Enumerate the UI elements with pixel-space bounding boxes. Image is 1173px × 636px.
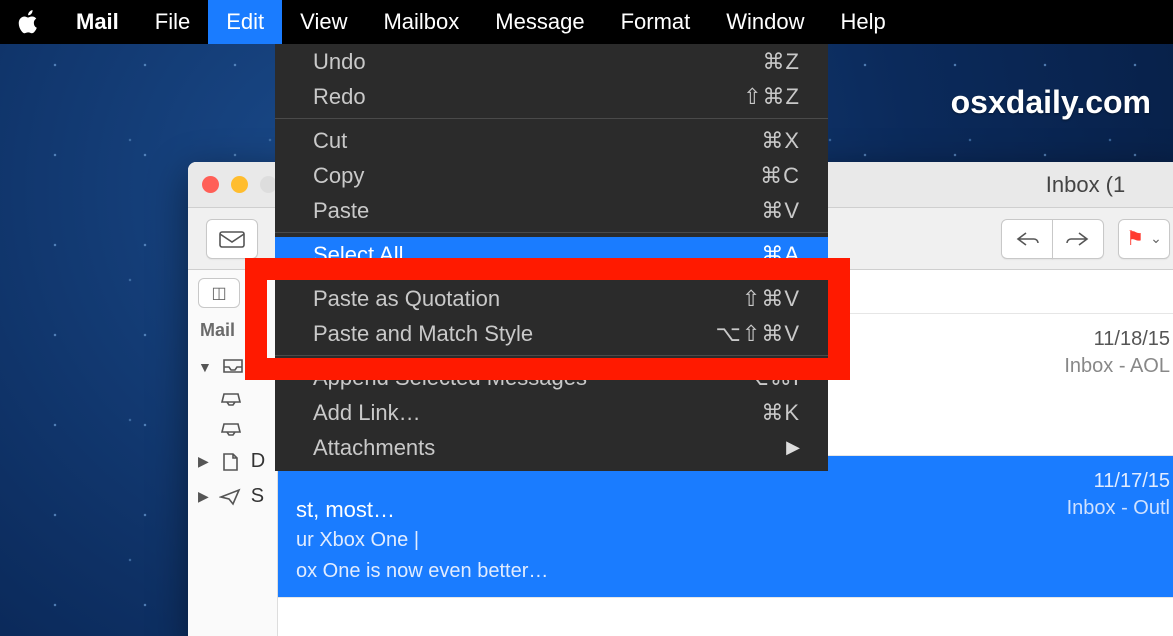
get-mail-button[interactable] — [206, 219, 258, 259]
menubar-app-name[interactable]: Mail — [58, 0, 137, 44]
reply-button[interactable] — [1001, 219, 1053, 259]
tray-icon — [220, 390, 242, 408]
menu-item-append-selected[interactable]: Append Selected Messages ⌥⌘I — [275, 360, 828, 395]
message-subject: st, most… — [296, 497, 395, 523]
menubar-help[interactable]: Help — [823, 0, 904, 44]
menu-separator — [275, 118, 828, 119]
disclosure-triangle-icon: ▼ — [198, 359, 212, 375]
menu-item-copy[interactable]: Copy ⌘C — [275, 158, 828, 193]
sent-icon — [219, 488, 241, 506]
menu-item-add-link[interactable]: Add Link… ⌘K — [275, 395, 828, 430]
menu-item-shortcut: ⌥⌘I — [744, 365, 800, 391]
menu-item-label: Cut — [313, 128, 347, 154]
menubar-message[interactable]: Message — [477, 0, 602, 44]
apple-logo-icon[interactable] — [18, 9, 40, 35]
menubar: Mail File Edit View Mailbox Message Form… — [0, 0, 1173, 44]
menu-item-shortcut: ⌘C — [760, 163, 800, 189]
sidebar: ◫ Mail ▼ I ▶ D ▶ S — [188, 270, 278, 636]
disclosure-triangle-icon: ▶ — [198, 488, 209, 505]
menu-item-label: Add Link… — [313, 400, 421, 426]
sidebar-toggle-button[interactable]: ◫ — [198, 278, 240, 308]
message-date: 11/17/15 — [1094, 470, 1170, 493]
menu-item-label: Attachments — [313, 435, 435, 461]
watermark-text: osxdaily.com — [951, 84, 1151, 121]
menu-item-shortcut: ⌘Z — [763, 49, 800, 75]
menu-item-shortcut: ⌘A — [761, 242, 800, 268]
menu-item-shortcut: ⌥⇧⌘V — [716, 321, 800, 347]
message-source: Inbox - Outl — [1067, 497, 1170, 523]
disclosure-triangle-icon: ▶ — [198, 453, 209, 470]
sidebar-item-inbox[interactable]: ▼ I — [198, 349, 277, 384]
menu-item-paste-match-style[interactable]: Paste and Match Style ⌥⇧⌘V — [275, 316, 828, 351]
menu-item-label: Select All — [313, 242, 404, 268]
menu-item-label: Copy — [313, 163, 364, 189]
submenu-arrow-icon: ▶ — [786, 437, 800, 458]
menubar-file[interactable]: File — [137, 0, 208, 44]
menubar-mailbox[interactable]: Mailbox — [365, 0, 477, 44]
traffic-lights — [202, 176, 277, 193]
edit-menu-dropdown: Undo ⌘Z Redo ⇧⌘Z Cut ⌘X Copy ⌘C Paste ⌘V… — [275, 44, 828, 471]
menubar-edit[interactable]: Edit — [208, 0, 282, 44]
menu-item-shortcut: ⌘X — [761, 128, 800, 154]
menu-item-shortcut: ⌘K — [761, 400, 800, 426]
window-title: Inbox (1 — [997, 172, 1173, 198]
menu-item-label: Undo — [313, 49, 366, 75]
message-row[interactable]: 11/17/15 st, most… Inbox - Outl ur Xbox … — [278, 456, 1173, 598]
sidebar-item-tray-1[interactable] — [198, 384, 277, 414]
message-date: 11/18/15 — [1094, 328, 1170, 351]
sidebar-item-label: S — [251, 485, 264, 508]
menu-item-label: Paste and Match Style — [313, 321, 533, 347]
minimize-button[interactable] — [231, 176, 248, 193]
menu-item-cut[interactable]: Cut ⌘X — [275, 123, 828, 158]
flag-button[interactable]: ⚑ ⌄ — [1118, 219, 1170, 259]
menu-item-label: Paste — [313, 198, 369, 224]
menu-item-paste[interactable]: Paste ⌘V — [275, 193, 828, 228]
sidebar-item-sent[interactable]: ▶ S — [198, 479, 277, 514]
menu-item-attachments[interactable]: Attachments ▶ — [275, 430, 828, 465]
menu-item-paste-quotation[interactable]: Paste as Quotation ⇧⌘V — [275, 281, 828, 316]
chevron-down-icon: ⌄ — [1150, 230, 1162, 247]
document-icon — [219, 453, 241, 471]
message-source: Inbox - AOL — [1064, 355, 1170, 381]
menubar-view[interactable]: View — [282, 0, 365, 44]
sidebar-heading: Mail — [200, 320, 277, 341]
message-preview-line: ur Xbox One | — [296, 527, 1170, 554]
menu-item-select-all[interactable]: Select All ⌘A — [275, 237, 828, 272]
menu-item-label: Append Selected Messages — [313, 365, 587, 391]
reply-group — [1002, 219, 1104, 259]
tray-icon — [220, 420, 242, 438]
sidebar-item-tray-2[interactable] — [198, 414, 277, 444]
menu-item-label: Redo — [313, 84, 366, 110]
inbox-icon — [222, 358, 244, 376]
message-preview-line: ox One is now even better… — [296, 558, 1170, 585]
flag-icon: ⚑ — [1126, 226, 1144, 251]
menu-item-redo[interactable]: Redo ⇧⌘Z — [275, 79, 828, 114]
forward-button[interactable] — [1052, 219, 1104, 259]
menu-separator — [275, 276, 828, 277]
sidebar-item-drafts[interactable]: ▶ D — [198, 444, 277, 479]
menu-item-undo[interactable]: Undo ⌘Z — [275, 44, 828, 79]
menubar-format[interactable]: Format — [603, 0, 709, 44]
menu-separator — [275, 355, 828, 356]
menu-item-label: Paste as Quotation — [313, 286, 500, 312]
menu-item-shortcut: ⇧⌘V — [742, 286, 800, 312]
menubar-window[interactable]: Window — [708, 0, 822, 44]
menu-item-shortcut: ⇧⌘Z — [743, 84, 800, 110]
menu-item-shortcut: ⌘V — [761, 198, 800, 224]
sidebar-item-label: I — [254, 355, 260, 378]
close-button[interactable] — [202, 176, 219, 193]
menu-separator — [275, 232, 828, 233]
sidebar-item-label: D — [251, 450, 265, 473]
